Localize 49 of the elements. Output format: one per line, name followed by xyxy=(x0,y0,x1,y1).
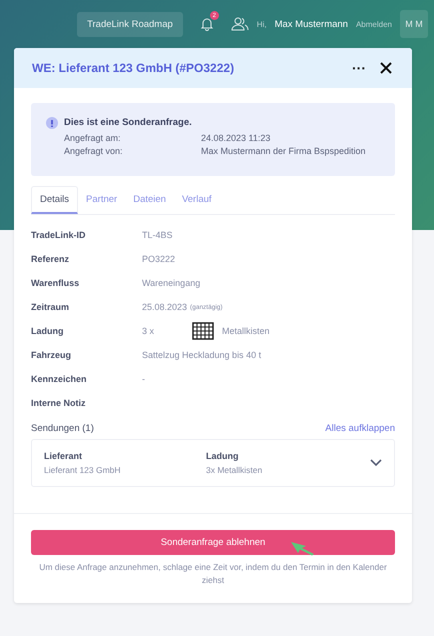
field-label: Interne Notiz xyxy=(31,398,87,408)
field-value: Sattelzug Heckladung bis 40 t xyxy=(142,350,262,360)
field-value: PO3222 xyxy=(142,254,176,264)
notice-label: Angefragt von: xyxy=(64,145,124,158)
field-value: Wareneingang xyxy=(142,278,200,288)
column-label: Ladung xyxy=(206,451,240,461)
cursor-arrow-icon xyxy=(290,541,316,556)
tab[interactable]: Details xyxy=(31,186,78,214)
notice-label: Angefragt am: xyxy=(64,132,122,145)
crate-grid-icon xyxy=(192,322,214,340)
roadmap-button[interactable]: TradeLink Roadmap xyxy=(77,12,183,36)
field-value: 25.08.2023 xyxy=(142,302,188,312)
more-button[interactable]: ··· xyxy=(346,60,372,76)
bell-icon[interactable] xyxy=(198,16,215,32)
field-label: TradeLink-ID xyxy=(31,230,87,240)
field-label: Ladung xyxy=(31,326,64,336)
user-name: Max Mustermann xyxy=(274,18,348,30)
tab[interactable]: Verlauf xyxy=(174,186,220,214)
shipment-card[interactable]: Lieferant Lieferant 123 GmbH Ladung 3x Metallkisten xyxy=(31,439,395,487)
column-label: Lieferant xyxy=(44,451,84,461)
reject-button[interactable]: Sonderanfrage ablehnen xyxy=(31,530,395,555)
cargo-name: Metallkisten xyxy=(222,326,270,336)
hint-text: Um diese Anfrage anzunehmen, schlage eine Zeit vor, indem du den Termin in den Kalender ziehst xyxy=(38,561,388,587)
field-value: - xyxy=(142,374,145,384)
close-button[interactable] xyxy=(378,60,394,76)
chevron-down-icon[interactable] xyxy=(370,459,382,467)
close-icon xyxy=(378,60,394,76)
supplier-value: Lieferant 123 GmbH xyxy=(44,465,122,475)
user-avatar[interactable]: M M xyxy=(400,10,428,38)
field-value: 3 x xyxy=(142,326,154,336)
notice-value: Max Mustermann der Firma Bspspedition xyxy=(201,145,366,158)
dialog-title: WE: Lieferant 123 GmbH (#PO3222) xyxy=(32,61,236,75)
expand-all-link[interactable]: Alles aufklappen xyxy=(325,423,395,434)
field-label: Zeitraum xyxy=(31,302,70,312)
notice-value: 24.08.2023 11:23 xyxy=(201,132,272,145)
shipments-title: Sendungen (1) xyxy=(31,423,94,434)
field-label: Fahrzeug xyxy=(31,350,72,360)
users-icon[interactable] xyxy=(230,16,249,32)
notice-heading: Dies ist eine Sonderanfrage. xyxy=(64,117,193,128)
cargo-value: 3x Metallkisten xyxy=(206,465,264,475)
info-icon xyxy=(46,117,58,129)
field-value: TL-4BS xyxy=(142,230,173,240)
field-label: Warenfluss xyxy=(31,278,80,288)
logout-link[interactable]: Abmelden xyxy=(356,20,392,28)
tab[interactable]: Dateien xyxy=(125,186,174,214)
greeting-text: Hi, xyxy=(256,20,267,28)
tab[interactable]: Partner xyxy=(78,186,126,214)
field-label: Kennzeichen xyxy=(31,374,88,384)
field-label: Referenz xyxy=(31,254,70,264)
